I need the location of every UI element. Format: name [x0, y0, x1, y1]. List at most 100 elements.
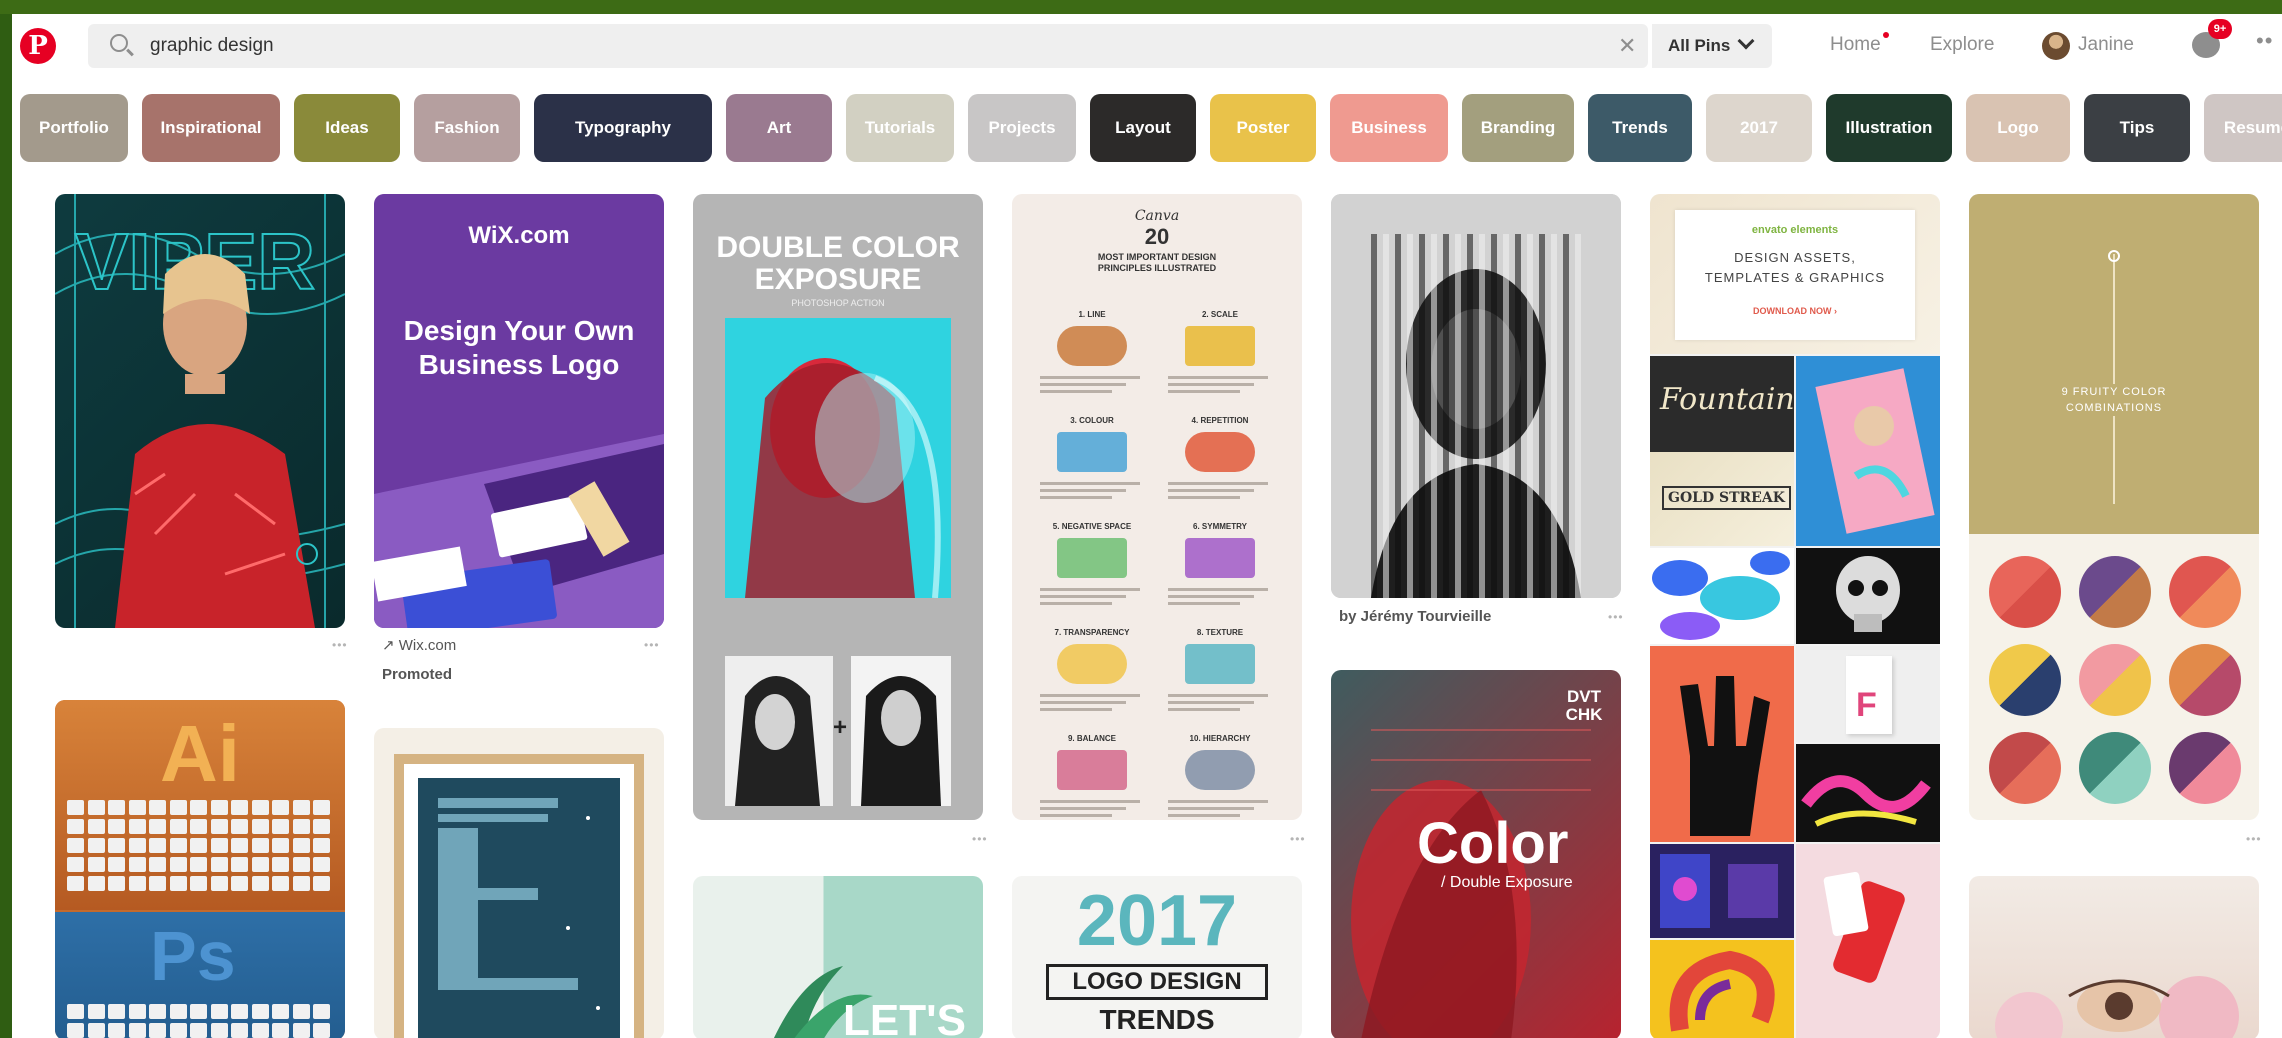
pin-framed-typography-print[interactable]: [374, 728, 664, 1038]
principle-label: 1. LINE: [1078, 310, 1106, 319]
keyboard-key: [313, 1023, 330, 1038]
trends-line1: LOGO DESIGN: [1046, 964, 1268, 1000]
guided-chip-illustration[interactable]: Illustration: [1826, 94, 1952, 162]
more-options-icon[interactable]: ••: [2256, 28, 2273, 54]
keyboard-key: [128, 1023, 146, 1038]
keyboard-key: [190, 800, 207, 815]
color-combination-circle: [2169, 556, 2241, 628]
keyboard-key: [190, 838, 207, 853]
text-line: [1040, 482, 1140, 485]
color-subtitle: / Double Exposure: [1441, 874, 1573, 891]
pin-wix-ad[interactable]: WiX.com Design Your Own Business Logo: [374, 194, 664, 628]
keyboard-key: [108, 876, 125, 891]
phone-artwork: [1823, 871, 1905, 983]
guided-chip-2017[interactable]: 2017: [1706, 94, 1812, 162]
guided-chip-ideas[interactable]: Ideas: [294, 94, 400, 162]
pin-viper-illustration[interactable]: VIPER: [55, 194, 345, 628]
keyboard-key: [169, 857, 187, 872]
pin-canva-design-principles[interactable]: Canva 20 MOST IMPORTANT DESIGN PRINCIPLE…: [1012, 194, 1302, 820]
guided-chip-typography[interactable]: Typography: [534, 94, 712, 162]
guided-search-chips: Portfolio Inspirational Ideas Fashion Typogr…: [12, 94, 2282, 164]
keyboard-key: [210, 819, 228, 834]
pin-double-color-exposure[interactable]: DOUBLE COLOR EXPOSURE PHOTOSHOP ACTION +: [693, 194, 983, 820]
principle-illustration: [1185, 750, 1255, 790]
pin-more-icon[interactable]: •••: [1290, 832, 1306, 846]
pin-more-icon[interactable]: •••: [2246, 832, 2262, 846]
keyboard-key: [128, 800, 146, 815]
text-line: [1040, 701, 1126, 704]
search-input[interactable]: [150, 32, 1530, 60]
nav-explore-link[interactable]: Explore: [1930, 34, 1994, 56]
filter-label: All Pins: [1668, 36, 1731, 55]
keyboard-key: [210, 838, 228, 853]
principle-label: 8. TEXTURE: [1196, 628, 1244, 637]
keyboard-key: [190, 857, 207, 872]
guided-chip-projects[interactable]: Projects: [968, 94, 1076, 162]
guided-chip-trends[interactable]: Trends: [1588, 94, 1692, 162]
principle-label: 2. SCALE: [1201, 310, 1238, 319]
pin-envato-collage[interactable]: envato elements DESIGN ASSETS, TEMPLATES…: [1650, 194, 1940, 1038]
portrait-artwork: [745, 358, 941, 598]
pin-more-icon[interactable]: •••: [972, 832, 988, 846]
color-combination-circle: [2169, 732, 2241, 804]
envato-card: envato elements DESIGN ASSETS, TEMPLATES…: [1675, 210, 1915, 340]
keyboard-key: [67, 876, 84, 891]
wix-source-link[interactable]: ↗ Wix.com: [382, 636, 456, 654]
pin-ai-ps-keyboards[interactable]: Ai Ps: [55, 700, 345, 1038]
principle-illustration: [1057, 538, 1127, 578]
guided-chip-business[interactable]: Business: [1330, 94, 1448, 162]
principle-label: 10. HIERARCHY: [1189, 734, 1251, 743]
ps-keyboard-panel: Ps: [55, 912, 345, 1038]
guided-chip-inspirational[interactable]: Inspirational: [142, 94, 280, 162]
text-line: [1168, 602, 1240, 605]
principle-label: 6. SYMMETRY: [1193, 522, 1247, 531]
keyboard-key: [190, 1023, 207, 1038]
guided-chip-resume[interactable]: Resume: [2204, 94, 2282, 162]
pink-card-artwork: [1815, 368, 1935, 534]
canva-number: 20: [1144, 224, 1170, 249]
pin-more-icon[interactable]: •••: [332, 638, 348, 652]
color-combination-circle: [2169, 644, 2241, 716]
stripe: [1395, 234, 1401, 598]
keyboard-key: [251, 1004, 269, 1019]
nav-home-link[interactable]: Home: [1830, 32, 1889, 56]
phone-tile: [1796, 844, 1940, 1038]
guided-chip-layout[interactable]: Layout: [1090, 94, 1196, 162]
stripe: [1479, 234, 1485, 598]
guided-chip-tips[interactable]: Tips: [2084, 94, 2190, 162]
skull-tile: [1796, 548, 1940, 644]
avatar[interactable]: [2042, 32, 2070, 60]
pin-lets-poster[interactable]: LET'S: [693, 876, 983, 1038]
rock-hand-tile: [1650, 646, 1794, 842]
pin-fruity-color-combinations[interactable]: 9 FRUITY COLOR COMBINATIONS: [1969, 194, 2259, 820]
stripe: [1467, 234, 1473, 598]
guided-chip-portfolio[interactable]: Portfolio: [20, 94, 128, 162]
pin-more-icon[interactable]: •••: [1608, 610, 1624, 624]
pinterest-logo-icon[interactable]: P: [20, 28, 56, 64]
pin-striped-portrait[interactable]: [1331, 194, 1621, 598]
guided-chip-tutorials[interactable]: Tutorials: [846, 94, 954, 162]
nav-user-link[interactable]: Janine: [2078, 34, 2134, 56]
text-line: [1040, 390, 1112, 393]
guided-chip-poster[interactable]: Poster: [1210, 94, 1316, 162]
keyboard-key: [292, 819, 310, 834]
stripe: [1503, 234, 1509, 598]
guided-chip-fashion[interactable]: Fashion: [414, 94, 520, 162]
swirl-artwork: [1669, 950, 1775, 1032]
search-bar[interactable]: ✕: [88, 24, 1648, 68]
skull-artwork: [1836, 556, 1900, 632]
color-combination-circle: [2079, 732, 2151, 804]
keyboard-key: [87, 1023, 105, 1038]
pin-floral-eye-art[interactable]: [1969, 876, 2259, 1038]
search-filter-dropdown[interactable]: All Pins: [1652, 24, 1772, 68]
envato-cta[interactable]: DOWNLOAD NOW ›: [1675, 306, 1915, 316]
guided-chip-logo[interactable]: Logo: [1966, 94, 2070, 162]
pin-color-double-exposure[interactable]: DVT CHK Color / Double Exposure: [1331, 670, 1621, 1038]
stripe: [1431, 234, 1437, 598]
pin-more-icon[interactable]: •••: [644, 638, 660, 652]
guided-chip-art[interactable]: Art: [726, 94, 832, 162]
principle-cell: 2. SCALE: [1160, 310, 1280, 410]
clear-search-icon[interactable]: ✕: [1618, 33, 1636, 59]
pin-2017-logo-trends[interactable]: 2017 LOGO DESIGN TRENDS: [1012, 876, 1302, 1038]
guided-chip-branding[interactable]: Branding: [1462, 94, 1574, 162]
